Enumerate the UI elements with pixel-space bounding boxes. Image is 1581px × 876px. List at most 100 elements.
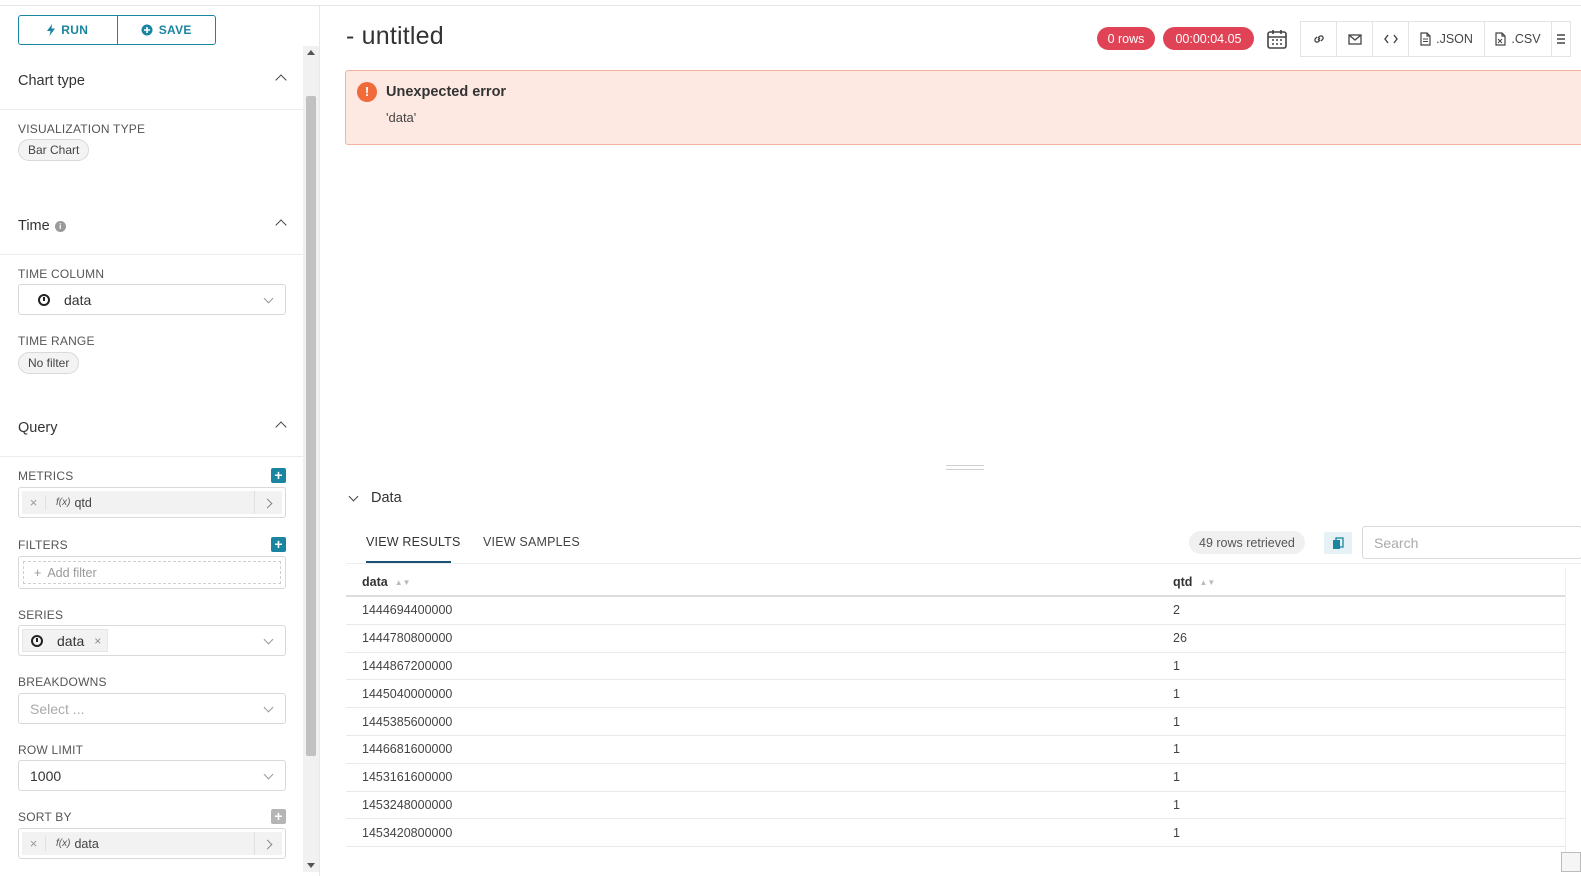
save-label: SAVE <box>158 23 192 37</box>
code-icon <box>1383 34 1398 44</box>
cell-qtd: 1 <box>1173 797 1180 812</box>
column-header-data[interactable]: data ▲▼ <box>362 575 411 589</box>
run-label: RUN <box>61 23 89 37</box>
section-header-query[interactable]: Query <box>0 401 303 457</box>
row-limit-value: 1000 <box>30 767 62 784</box>
sort-by-item[interactable]: × f(x) data <box>18 828 286 859</box>
copy-button[interactable] <box>1324 532 1352 554</box>
row-limit-select[interactable]: 1000 <box>18 760 286 791</box>
sort-icon[interactable]: ▲▼ <box>1199 578 1215 587</box>
search-input[interactable] <box>1362 526 1581 559</box>
chevron-down-icon <box>263 634 274 645</box>
cell-data: 1444694400000 <box>362 603 453 618</box>
cell-data: 1453248000000 <box>362 797 453 812</box>
more-menu-button[interactable] <box>1551 21 1571 57</box>
alert-title: Unexpected error <box>386 84 507 100</box>
run-button[interactable]: RUN <box>19 16 117 44</box>
remove-metric-icon[interactable]: × <box>22 495 46 510</box>
email-button[interactable] <box>1336 21 1373 57</box>
collapse-icon <box>275 219 287 231</box>
chevron-down-icon <box>263 293 274 304</box>
metric-item[interactable]: × f(x) qtd <box>18 487 286 518</box>
cell-data: 1453420800000 <box>362 825 453 840</box>
table-row: 1445040000000 1 <box>346 680 1565 709</box>
cell-qtd: 1 <box>1173 658 1180 673</box>
schedule-button[interactable] <box>1263 21 1291 57</box>
share-link-button[interactable] <box>1300 21 1337 57</box>
alert-message: 'data' <box>386 110 417 125</box>
scroll-up-icon[interactable] <box>307 50 315 55</box>
export-json-button[interactable]: .JSON <box>1408 21 1485 57</box>
filters-box: + Add filter <box>18 556 286 589</box>
table-row: 1453161600000 1 <box>346 764 1565 792</box>
function-icon: f(x) <box>56 838 71 849</box>
time-column-label: TIME COLUMN <box>18 267 105 281</box>
add-filter-label: Add filter <box>47 565 97 580</box>
series-label: SERIES <box>18 608 64 622</box>
info-icon[interactable]: i <box>54 220 66 232</box>
chevron-right-icon[interactable] <box>254 832 282 855</box>
tab-view-results[interactable]: VIEW RESULTS <box>366 535 461 549</box>
query-actions: RUN SAVE <box>18 15 216 45</box>
cell-qtd: 1 <box>1173 825 1180 840</box>
exclamation-icon: ! <box>357 82 377 102</box>
add-filter-button[interactable]: + Add filter <box>23 561 281 584</box>
row-limit-label: ROW LIMIT <box>18 743 84 757</box>
series-select[interactable]: data × <box>18 625 286 656</box>
section-header-time[interactable]: Time i <box>0 199 303 255</box>
scrollbar-thumb[interactable] <box>306 96 316 756</box>
table-row: 1446681600000 1 <box>346 736 1565 764</box>
function-icon: f(x) <box>56 497 71 508</box>
remove-tag-icon[interactable]: × <box>94 634 101 648</box>
resize-handle[interactable] <box>946 465 984 470</box>
sort-by-value: data <box>74 836 99 851</box>
viz-type-label: VISUALIZATION TYPE <box>18 122 146 136</box>
tabs-divider <box>346 563 1581 564</box>
table-row: 1444694400000 2 <box>346 597 1565 625</box>
tab-view-samples[interactable]: VIEW SAMPLES <box>483 535 580 549</box>
series-tag: data × <box>22 629 109 652</box>
add-filter-plus-button[interactable]: + <box>271 537 286 552</box>
embed-code-button[interactable] <box>1372 21 1409 57</box>
time-range-selector[interactable]: No filter <box>18 352 80 374</box>
add-sort-button[interactable]: + <box>271 809 286 824</box>
data-pane-toggle[interactable]: Data <box>348 490 402 506</box>
cell-qtd: 1 <box>1173 686 1180 701</box>
save-button[interactable]: SAVE <box>116 16 216 44</box>
chevron-down-icon <box>263 702 274 713</box>
sort-icon[interactable]: ▲▼ <box>395 578 411 587</box>
add-metric-button[interactable]: + <box>271 468 286 483</box>
cell-qtd: 1 <box>1173 714 1180 729</box>
table-row: 1453248000000 1 <box>346 792 1565 820</box>
control-panel-scrollbar[interactable] <box>303 46 319 872</box>
timer-badge: 00:00:04.05 <box>1163 27 1254 50</box>
chevron-right-icon[interactable] <box>254 491 282 514</box>
time-range-label: TIME RANGE <box>18 334 95 348</box>
chart-title[interactable]: - untitled <box>346 22 444 51</box>
breakdowns-select[interactable]: Select ... <box>18 693 286 724</box>
json-label: .JSON <box>1436 32 1473 46</box>
collapse-icon <box>275 421 287 433</box>
viz-type-selector[interactable]: Bar Chart <box>18 139 90 161</box>
chevron-down-icon <box>263 769 274 780</box>
column-header-label: qtd <box>1173 574 1193 589</box>
scroll-down-icon[interactable] <box>307 863 315 868</box>
mail-icon <box>1347 33 1362 45</box>
export-csv-button[interactable]: .CSV <box>1484 21 1552 57</box>
time-column-select[interactable]: data <box>18 284 286 315</box>
metric-chip: × f(x) qtd <box>22 491 282 514</box>
metric-value: qtd <box>74 495 92 510</box>
column-header-qtd[interactable]: qtd ▲▼ <box>1173 575 1215 589</box>
clock-icon <box>31 634 43 647</box>
section-title: Query <box>18 420 58 436</box>
cell-data: 1445040000000 <box>362 686 453 701</box>
section-header-chart-type[interactable]: Chart type <box>0 54 303 110</box>
remove-sort-icon[interactable]: × <box>22 836 46 851</box>
resize-corner[interactable] <box>1561 852 1581 872</box>
table-header: data ▲▼ qtd ▲▼ <box>346 568 1565 597</box>
clock-icon <box>38 293 50 306</box>
section-title: Chart type <box>18 73 85 89</box>
rows-retrieved-badge: 49 rows retrieved <box>1189 531 1305 554</box>
chevron-down-icon <box>348 491 359 501</box>
section-title-text: Time <box>18 218 50 234</box>
